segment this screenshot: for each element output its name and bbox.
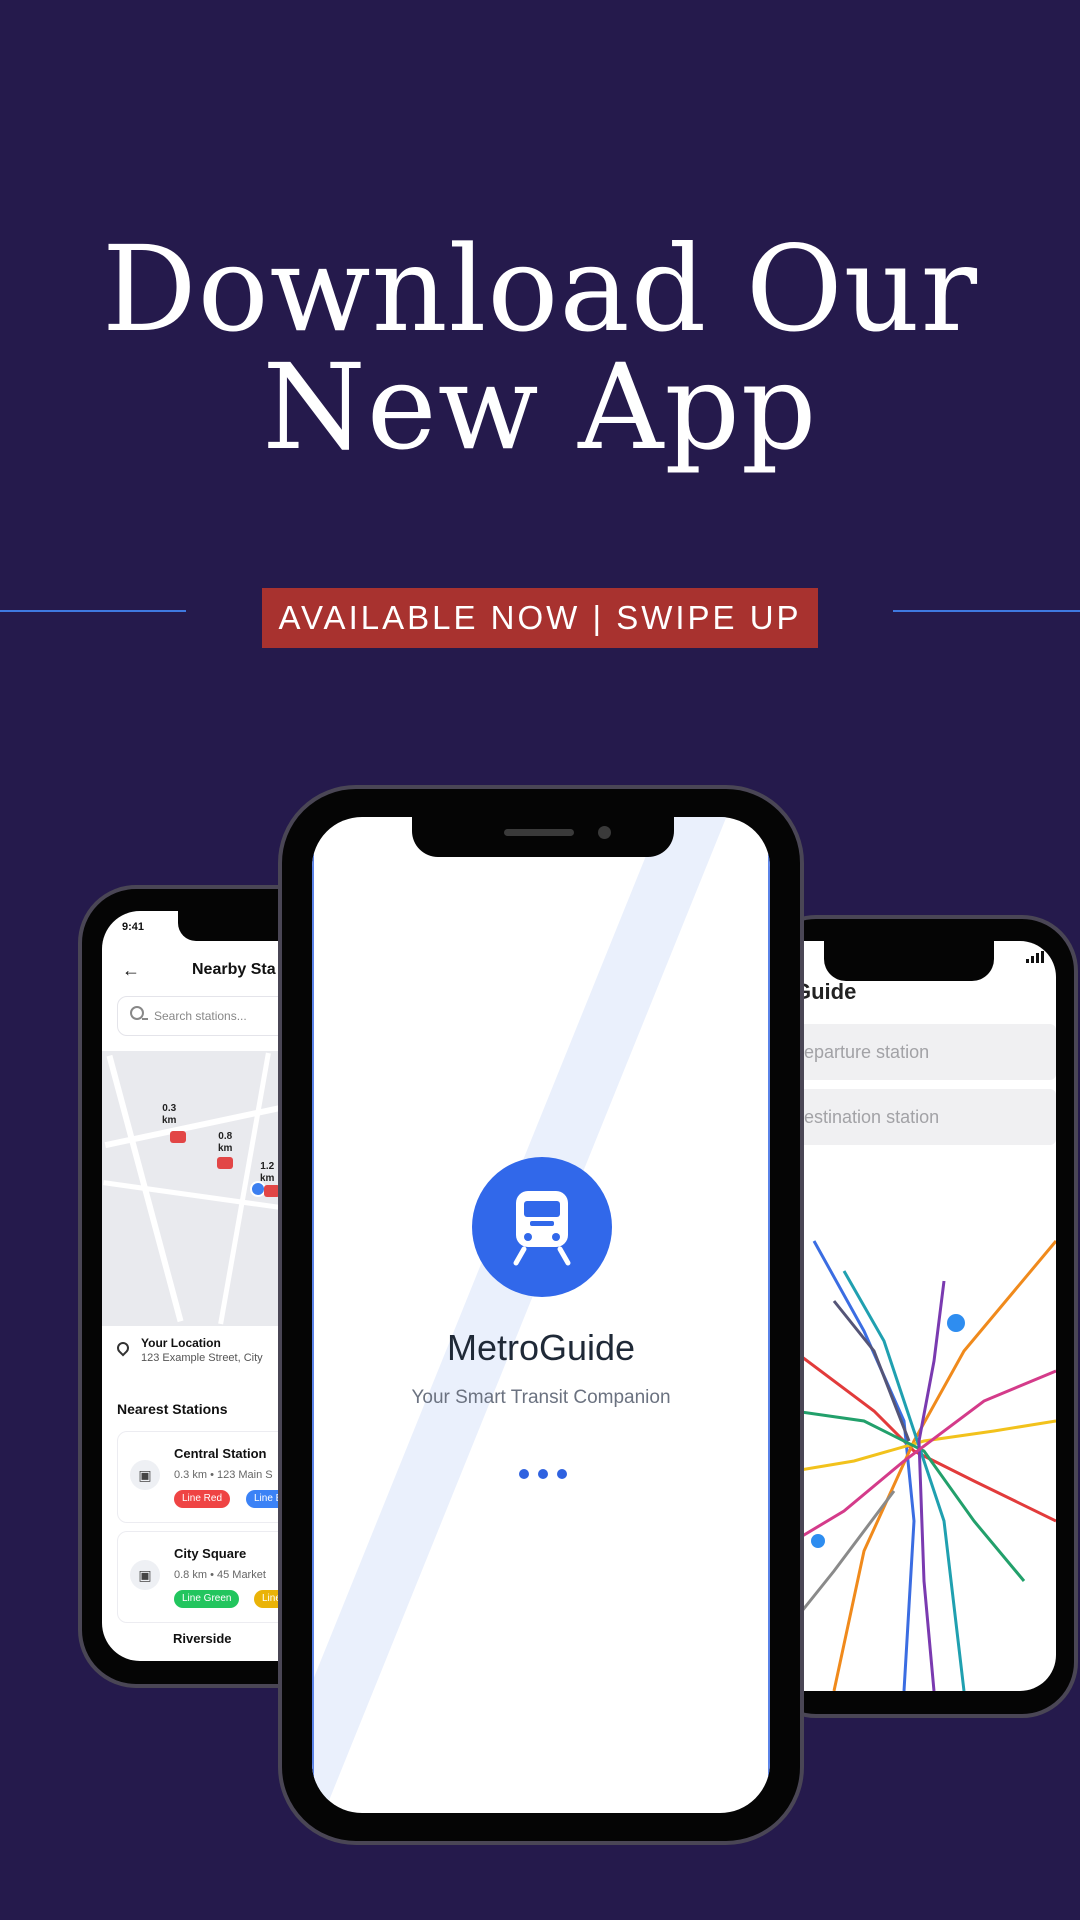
station-pin-icon[interactable] xyxy=(217,1157,233,1169)
line-tag: Line Green xyxy=(174,1590,240,1608)
location-address: 123 Example Street, City xyxy=(141,1352,263,1364)
loading-indicator xyxy=(519,1469,569,1481)
nearest-stations-heading: Nearest Stations xyxy=(117,1401,228,1417)
screen-title: Nearby Sta xyxy=(192,961,276,978)
loading-dot xyxy=(538,1469,548,1479)
distance-label: 0.8 km xyxy=(218,1131,233,1154)
train-icon: ▣ xyxy=(130,1460,160,1490)
screen-edge xyxy=(312,817,314,1813)
camera-icon xyxy=(598,826,611,839)
loading-dot xyxy=(557,1469,567,1479)
available-now-banner[interactable]: AVAILABLE NOW | SWIPE UP xyxy=(262,588,818,648)
phone-notch xyxy=(824,941,994,981)
speaker-grille xyxy=(504,829,574,836)
status-time: 9:41 xyxy=(122,921,145,933)
search-icon xyxy=(130,1006,148,1020)
route-planner-screen: Guide departure station destination stat… xyxy=(794,941,1056,1691)
phone-notch xyxy=(412,817,674,857)
screen-edge xyxy=(768,817,770,1813)
app-name: MetroGuide xyxy=(446,1327,636,1368)
map-road xyxy=(106,1054,184,1323)
station-meta: 0.8 km • 45 Market xyxy=(174,1569,266,1581)
destination-input[interactable]: destination station xyxy=(794,1089,1056,1145)
headline: Download Our New App xyxy=(0,230,1080,466)
location-title: Your Location xyxy=(141,1336,221,1350)
search-placeholder: Search stations... xyxy=(154,1009,247,1023)
left-accent-line xyxy=(0,610,186,612)
right-accent-line xyxy=(893,610,1080,612)
headline-line-2: New App xyxy=(262,338,818,476)
loading-dot xyxy=(519,1469,529,1479)
departure-input[interactable]: departure station xyxy=(794,1024,1056,1080)
back-arrow-icon[interactable]: ← xyxy=(122,960,140,981)
station-name: Central Station xyxy=(174,1446,267,1461)
train-icon: ▣ xyxy=(130,1560,160,1590)
metro-map[interactable] xyxy=(794,1221,1056,1691)
distance-label: 0.3 km xyxy=(162,1103,177,1126)
splash-screen: MetroGuide Your Smart Transit Companion xyxy=(312,817,770,1813)
center-phone-mockup: MetroGuide Your Smart Transit Companion xyxy=(278,785,804,1845)
station-meta: 0.3 km • 123 Main S xyxy=(174,1469,273,1481)
station-pin-icon[interactable] xyxy=(170,1131,186,1143)
location-pin-icon xyxy=(114,1339,132,1357)
signal-icon xyxy=(1026,951,1044,963)
background-stripe xyxy=(312,817,770,1813)
station-name: City Square xyxy=(174,1546,247,1561)
app-tagline: Your Smart Transit Companion xyxy=(411,1387,671,1408)
station-name: Riverside xyxy=(173,1631,232,1646)
line-tag: Line Red xyxy=(174,1490,231,1508)
right-phone-mockup: Guide departure station destination stat… xyxy=(760,915,1078,1718)
train-logo-icon xyxy=(472,1157,612,1297)
